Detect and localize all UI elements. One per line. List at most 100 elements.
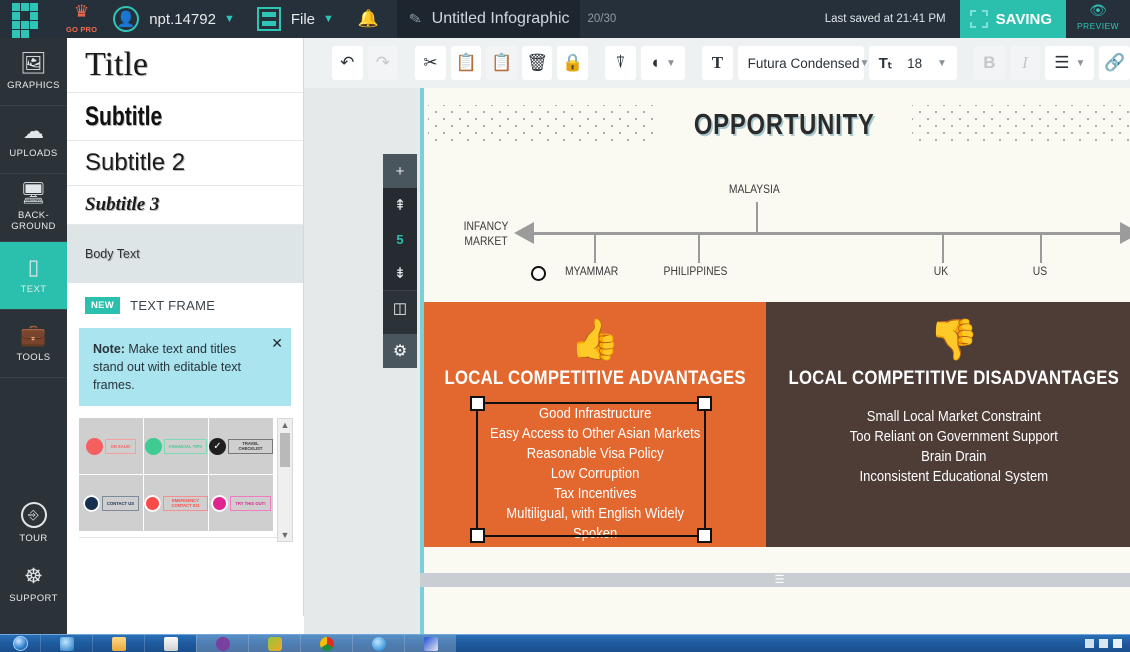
- undo-button[interactable]: ↶: [332, 46, 363, 80]
- link-button[interactable]: 🔗: [1099, 46, 1130, 80]
- sidebar-item-support[interactable]: ☸ SUPPORT: [0, 554, 67, 616]
- cloud-upload-icon: ☁: [23, 121, 44, 143]
- file-drawer-icon[interactable]: [257, 7, 281, 31]
- section-title[interactable]: OPPORTUNITY: [679, 109, 889, 142]
- sidebar-item-tools[interactable]: 💼 TOOLS: [0, 310, 67, 378]
- resize-handle-bottom-right[interactable]: [697, 528, 712, 543]
- sidebar-item-tour[interactable]: ⎆ TOUR: [0, 492, 67, 554]
- tray-icon-volume[interactable]: [1099, 639, 1108, 648]
- taskbar-item-viber[interactable]: [196, 635, 248, 652]
- saving-button[interactable]: SAVING: [960, 0, 1066, 38]
- close-icon[interactable]: ✕: [271, 334, 283, 352]
- text-style-button[interactable]: T: [702, 46, 733, 80]
- font-family-select[interactable]: Futura Condensed ▼: [738, 46, 864, 80]
- canvas[interactable]: + ⇞ 5 ⇟ ◫ ✕ ⚙ OPPORTUNITY INFANCY: [304, 88, 1130, 634]
- left-rail-bottom: ⎆ TOUR ☸ SUPPORT: [0, 492, 67, 616]
- scroll-down-icon[interactable]: ▼: [278, 529, 292, 541]
- start-button[interactable]: [0, 635, 40, 652]
- preview-button[interactable]: 👁 PREVIEW: [1066, 4, 1130, 34]
- text-frame-on-sale[interactable]: ON SALE!: [79, 418, 143, 474]
- advantages-panel[interactable]: 👍 LOCAL COMPETITIVE ADVANTAGES Good Infr…: [424, 302, 766, 547]
- font-size-select[interactable]: Tₜ 18 ▼: [869, 46, 957, 80]
- sidebar-item-label: SUPPORT: [9, 593, 58, 604]
- block-separator[interactable]: ☰: [420, 573, 1130, 587]
- text-frame-try-this-out[interactable]: TRY THIS OUT!: [209, 475, 273, 531]
- scroll-thumb[interactable]: [280, 433, 290, 467]
- disadvantages-panel[interactable]: 👎 LOCAL COMPETITIVE DISADVANTAGES Small …: [766, 302, 1130, 547]
- text-frame-emergency[interactable]: EMERGENCY CONTACT 911: [144, 475, 208, 531]
- block-settings-button[interactable]: ⚙: [383, 334, 417, 368]
- taskbar-item-chrome[interactable]: [300, 635, 352, 652]
- infographic-block-5[interactable]: OPPORTUNITY INFANCY MARKET MALAYSIA: [420, 88, 1130, 573]
- infographic-block-6[interactable]: CHALLENGES: [420, 587, 1130, 634]
- text-style-body[interactable]: Body Text: [67, 225, 303, 283]
- thumbnail-grid: ON SALE! FINANCIAL TIPS ✓ TRAVEL CHECKLI…: [79, 418, 291, 531]
- resize-handle-top-left[interactable]: [470, 396, 485, 411]
- lock-button[interactable]: 🔒: [557, 46, 588, 80]
- delete-button[interactable]: 🗑: [522, 46, 553, 80]
- taskbar-item-photoshop[interactable]: [404, 635, 456, 652]
- disadvantages-list[interactable]: Small Local Market Constraint Too Relian…: [785, 407, 1123, 487]
- redo-button[interactable]: ↷: [368, 46, 399, 80]
- duplicate-block-button[interactable]: ◫: [383, 290, 417, 324]
- taskbar-item-edge[interactable]: [352, 635, 404, 652]
- move-block-up-icon: ⇞: [394, 196, 407, 214]
- resize-handle-top-right[interactable]: [697, 396, 712, 411]
- avatar[interactable]: 👤: [113, 6, 139, 32]
- opacity-button[interactable]: ◖ ▼: [641, 46, 685, 80]
- user-menu-chevron-down-icon[interactable]: ▼: [224, 13, 235, 25]
- taskbar-item-media-player[interactable]: [144, 635, 196, 652]
- text-frame-section-header: NEW TEXT FRAME: [67, 283, 303, 324]
- text-style-subtitle[interactable]: Subtitle: [67, 93, 303, 141]
- bell-icon[interactable]: 🔔: [358, 9, 379, 29]
- paste-button[interactable]: 📋: [486, 46, 517, 80]
- taskbar-item-folder[interactable]: [92, 635, 144, 652]
- system-tray[interactable]: [1085, 639, 1130, 648]
- text-style-subtitle-2[interactable]: Subtitle 2: [67, 141, 303, 186]
- italic-button[interactable]: I: [1010, 46, 1041, 80]
- chrome-icon: [320, 637, 334, 651]
- chevron-down-icon: ▼: [666, 58, 676, 69]
- copy-button[interactable]: 📋: [451, 46, 482, 80]
- signpost-icon: ⎆: [21, 502, 47, 528]
- text-frame-contact-us[interactable]: CONTACT US: [79, 475, 143, 531]
- text-frame-travel-checklist[interactable]: ✓ TRAVEL CHECKLIST: [209, 418, 273, 474]
- text-style-title[interactable]: Title: [67, 38, 303, 93]
- text-frame-financial-tips[interactable]: FINANCIAL TIPS: [144, 418, 208, 474]
- comparison-panels: 👍 LOCAL COMPETITIVE ADVANTAGES Good Infr…: [424, 302, 1130, 547]
- taskbar-item-kmplayer[interactable]: [248, 635, 300, 652]
- piktochart-logo-icon[interactable]: [12, 3, 46, 35]
- taskbar-item-internet-explorer[interactable]: [40, 635, 92, 652]
- chip-label: TRY THIS OUT!: [230, 496, 270, 511]
- move-block-down-button[interactable]: ⇟: [383, 256, 417, 290]
- panel-scrollbar[interactable]: ▲ ▼: [277, 418, 293, 542]
- timeline-label-uk: UK: [934, 266, 948, 278]
- selection-box[interactable]: [476, 402, 706, 537]
- add-block-button[interactable]: +: [383, 154, 417, 188]
- advantages-title[interactable]: LOCAL COMPETITIVE ADVANTAGES: [445, 368, 746, 390]
- tray-icon-network[interactable]: [1085, 639, 1094, 648]
- file-menu-label[interactable]: File: [291, 11, 315, 28]
- sidebar-item-background[interactable]: 🖥 BACK-GROUND: [0, 174, 67, 242]
- drag-handle-icon: ☰: [775, 576, 786, 584]
- scroll-up-icon[interactable]: ▲: [278, 419, 292, 431]
- sidebar-item-uploads[interactable]: ☁ UPLOADS: [0, 106, 67, 174]
- file-menu-chevron-down-icon[interactable]: ▼: [323, 13, 334, 25]
- list-item: Inconsistent Educational System: [785, 467, 1123, 487]
- cut-button[interactable]: ✂: [415, 46, 446, 80]
- document-title-field[interactable]: ✎ Untitled Infographic: [397, 0, 579, 38]
- panel-bottom-filler: [67, 616, 304, 634]
- rotate-handle[interactable]: [531, 266, 546, 281]
- go-pro-button[interactable]: ♛ GO PRO: [66, 3, 97, 36]
- sidebar-item-graphics[interactable]: 🖼 GRAPHICS: [0, 38, 67, 106]
- sidebar-item-text[interactable]: ▯ TEXT: [0, 242, 67, 310]
- tray-icon-clock[interactable]: [1113, 639, 1122, 648]
- bold-button[interactable]: B: [974, 46, 1005, 80]
- resize-handle-bottom-left[interactable]: [470, 528, 485, 543]
- list-item: Brain Drain: [785, 447, 1123, 467]
- text-style-subtitle-3[interactable]: Subtitle 3: [67, 186, 303, 225]
- fill-color-button[interactable]: ⍒: [605, 46, 636, 80]
- align-button[interactable]: ☰ ▼: [1045, 46, 1094, 80]
- disadvantages-title[interactable]: LOCAL COMPETITIVE DISADVANTAGES: [789, 368, 1120, 390]
- move-block-up-button[interactable]: ⇞: [383, 188, 417, 222]
